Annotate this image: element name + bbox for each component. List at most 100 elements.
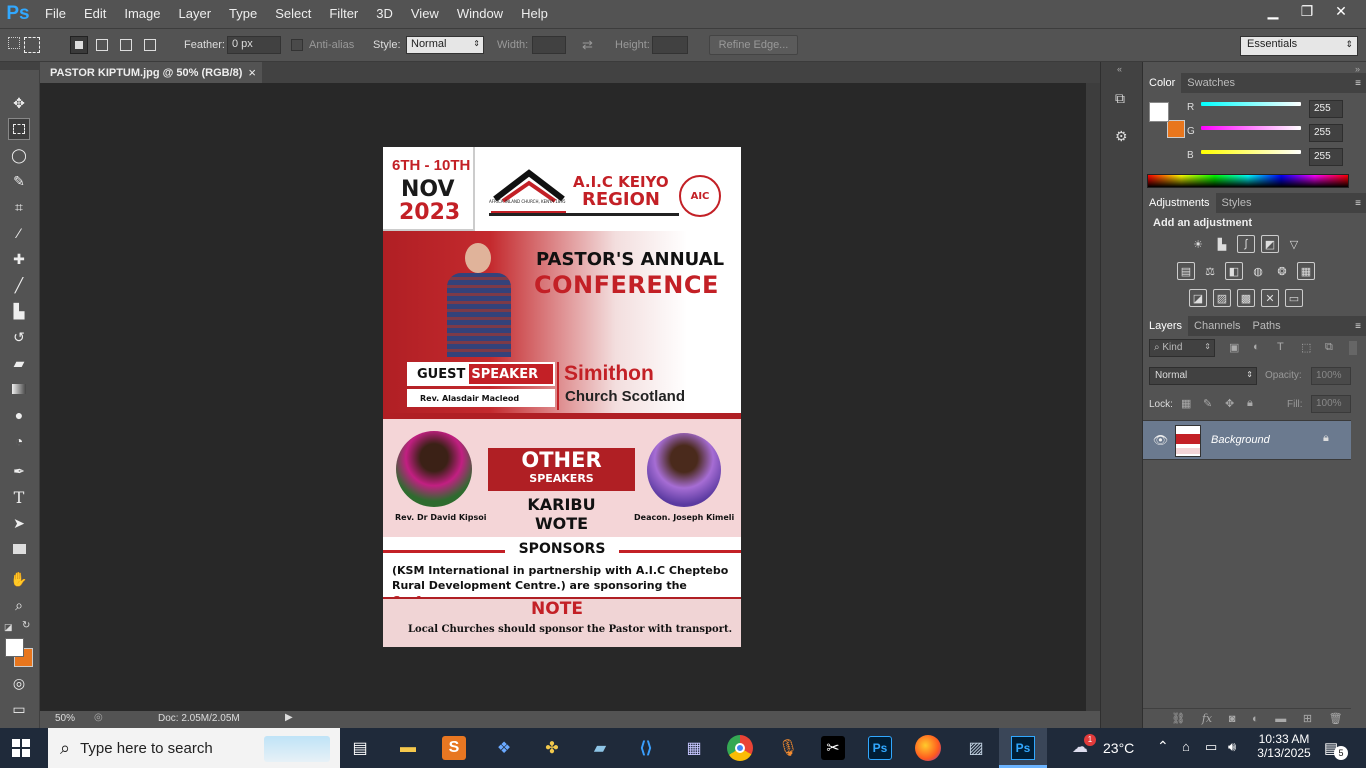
photoshop-logo[interactable]: Ps — [0, 0, 36, 28]
filter-adjustment-icon[interactable]: ◐ — [1253, 341, 1260, 353]
width-input[interactable] — [532, 36, 566, 54]
g-slider[interactable] — [1201, 126, 1301, 130]
hand-tool-icon[interactable]: ✋ — [8, 568, 30, 590]
poster-image[interactable]: 6TH - 10TH NOV 2023 AFRICA INLAND CHURCH… — [383, 147, 741, 647]
curves-icon[interactable]: ∫ — [1237, 235, 1255, 253]
type-tool-icon[interactable]: T — [8, 486, 30, 508]
filter-type-icon[interactable]: T — [1277, 341, 1284, 353]
zoom-tool-icon[interactable]: ⌕ — [8, 594, 30, 616]
lock-all-icon[interactable]: 🔒︎ — [1247, 397, 1253, 410]
add-selection-icon[interactable] — [96, 39, 108, 51]
file-explorer-icon[interactable]: ▬ — [394, 734, 422, 762]
menu-select[interactable]: Select — [266, 0, 320, 28]
menu-edit[interactable]: Edit — [75, 0, 115, 28]
color-balance-icon[interactable]: ⚖ — [1201, 262, 1219, 280]
vscode-icon[interactable]: ⟨⟩ — [632, 734, 660, 762]
layer-row[interactable]: 👁︎ Background 🔒︎ — [1143, 420, 1351, 460]
menu-window[interactable]: Window — [448, 0, 512, 28]
filter-pixel-icon[interactable]: ▣ — [1229, 341, 1239, 354]
rect-marquee-preset-icon[interactable] — [24, 37, 40, 53]
copilot-icon[interactable]: ❖ — [490, 734, 518, 762]
system-monitor-icon[interactable]: ▨ — [962, 734, 990, 762]
fill-input[interactable]: 100% — [1311, 395, 1351, 413]
menu-layer[interactable]: Layer — [170, 0, 221, 28]
quick-select-tool-icon[interactable]: ✎ — [8, 170, 30, 192]
status-info-icon[interactable]: ◎ — [94, 712, 103, 723]
screen-mode-icon[interactable]: ▭ — [8, 698, 30, 720]
height-input[interactable] — [652, 36, 688, 54]
intersect-selection-icon[interactable] — [144, 39, 156, 51]
refine-edge-button[interactable]: Refine Edge... — [709, 35, 798, 55]
vertical-scrollbar[interactable] — [1086, 83, 1100, 711]
healing-brush-tool-icon[interactable]: ✚ — [8, 248, 30, 270]
default-colors-icon[interactable]: ◪ — [4, 622, 13, 633]
color-spectrum[interactable] — [1147, 174, 1349, 188]
firefox-icon[interactable] — [915, 735, 941, 761]
layer-name[interactable]: Background — [1211, 434, 1270, 446]
properties-panel-icon[interactable]: ⚙ — [1115, 128, 1131, 146]
b-slider[interactable] — [1201, 150, 1301, 154]
workspace-select[interactable]: Essentials ⇕ — [1240, 36, 1358, 56]
fluent-app-icon[interactable]: ✤ — [538, 734, 566, 762]
restore-button[interactable]: ❐ — [1292, 0, 1322, 22]
style-select[interactable]: Normal ⇕ — [406, 36, 484, 54]
bg-color-chip[interactable] — [1167, 120, 1185, 138]
dodge-tool-icon[interactable]: ◔ — [8, 430, 30, 452]
eraser-tool-icon[interactable]: ▰ — [8, 352, 30, 374]
task-view-icon[interactable]: ▤ — [346, 734, 374, 762]
subtract-selection-icon[interactable] — [120, 39, 132, 51]
menu-image[interactable]: Image — [115, 0, 169, 28]
hue-saturation-icon[interactable]: ▤ — [1177, 262, 1195, 280]
swap-colors-icon[interactable]: ↻ — [22, 620, 30, 631]
sublime-icon[interactable]: S — [442, 736, 466, 760]
link-layers-icon[interactable]: ⛓︎ — [1171, 712, 1185, 725]
menu-help[interactable]: Help — [512, 0, 557, 28]
tab-swatches[interactable]: Swatches — [1181, 73, 1241, 93]
tab-paths[interactable]: Paths — [1247, 316, 1287, 336]
zoom-level[interactable]: 50% — [55, 713, 75, 724]
antialias-checkbox[interactable] — [291, 39, 303, 51]
close-tab-icon[interactable]: × — [248, 65, 256, 80]
selective-color-icon[interactable]: ✕ — [1261, 289, 1279, 307]
chrome-icon[interactable] — [727, 735, 753, 761]
minimize-button[interactable]: ▁ — [1258, 0, 1288, 22]
kind-filter-select[interactable]: ⌕ Kind ⇕ — [1149, 339, 1215, 357]
new-layer-icon[interactable]: ⊞ — [1303, 712, 1312, 725]
black-white-icon[interactable]: ◧ — [1225, 262, 1243, 280]
brush-tool-icon[interactable]: ╱ — [8, 274, 30, 296]
blend-mode-select[interactable]: Normal ⇕ — [1149, 367, 1257, 385]
network-app-icon[interactable]: ▦ — [680, 734, 708, 762]
rectangle-tool-icon[interactable] — [8, 538, 30, 560]
threshold-icon[interactable]: ▩ — [1237, 289, 1255, 307]
clock[interactable]: 10:33 AM 3/13/2025 — [1256, 732, 1312, 760]
photoshop-pinned-icon[interactable]: Ps — [868, 736, 892, 760]
color-lookup-icon[interactable]: ▦ — [1297, 262, 1315, 280]
tab-adjustments[interactable]: Adjustments — [1143, 193, 1216, 213]
photoshop-active-task[interactable]: Ps — [999, 728, 1047, 768]
panel-menu-icon[interactable]: ≡ — [1355, 321, 1361, 332]
new-selection-icon[interactable] — [70, 36, 88, 54]
microphone-app-icon[interactable]: 🎙︎ — [774, 734, 802, 762]
move-tool-icon[interactable]: ✥ — [8, 92, 30, 114]
opacity-input[interactable]: 100% — [1311, 367, 1351, 385]
menu-filter[interactable]: Filter — [320, 0, 367, 28]
feather-input[interactable]: 0 px — [227, 36, 281, 54]
clone-stamp-tool-icon[interactable]: ▙ — [8, 300, 30, 322]
add-mask-icon[interactable]: ◙ — [1229, 713, 1236, 725]
chevron-up-icon[interactable]: ⌃ — [1157, 738, 1169, 755]
swap-icon[interactable]: ⇄ — [582, 37, 593, 53]
lock-pixels-icon[interactable]: ✎ — [1203, 397, 1212, 410]
r-slider[interactable] — [1201, 102, 1301, 106]
channel-mixer-icon[interactable]: ❂ — [1273, 262, 1291, 280]
gradient-map-icon[interactable]: ▭ — [1285, 289, 1303, 307]
collapse-dock-icon[interactable]: « — [1117, 64, 1122, 74]
pen-tool-icon[interactable]: ✒ — [8, 460, 30, 482]
close-button[interactable]: ✕ — [1326, 0, 1356, 22]
b-value[interactable]: 255 — [1309, 148, 1343, 166]
gradient-tool-icon[interactable] — [8, 378, 30, 400]
tab-color[interactable]: Color — [1143, 73, 1182, 93]
delete-layer-icon[interactable]: 🗑︎ — [1329, 712, 1343, 725]
network-tray-icon[interactable]: ⌂ — [1182, 739, 1190, 754]
panel-menu-icon[interactable]: ≡ — [1355, 198, 1361, 209]
history-brush-tool-icon[interactable]: ↺ — [8, 326, 30, 348]
